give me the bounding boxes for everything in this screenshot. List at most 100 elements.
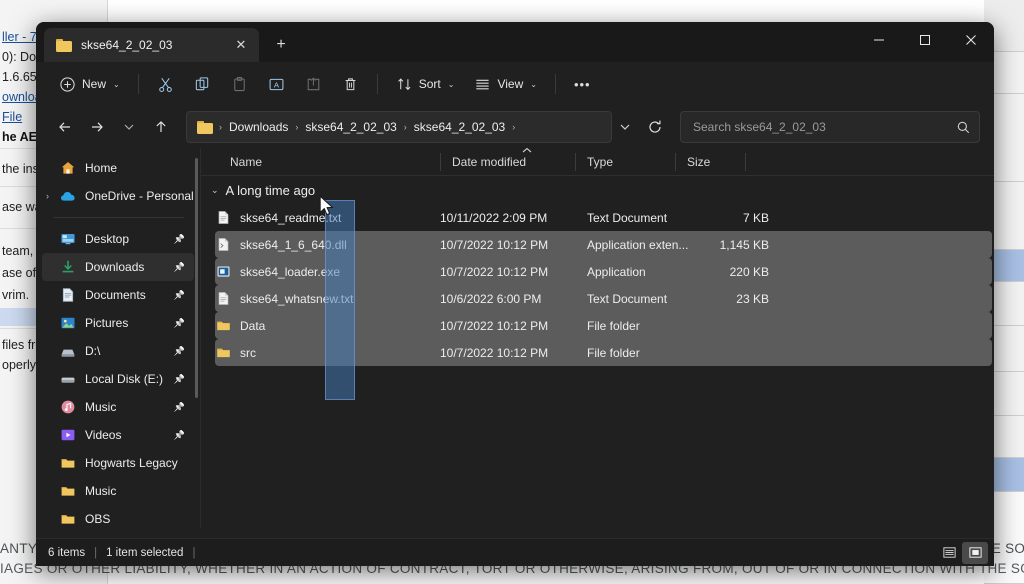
sidebar-item-hogwarts-legacy[interactable]: Hogwarts Legacy (42, 449, 194, 477)
details-view-icon[interactable] (936, 542, 962, 564)
view-button[interactable]: View ⌄ (465, 69, 546, 99)
delete-button[interactable] (333, 69, 368, 99)
file-name-label: src (240, 346, 256, 360)
tab-skse64[interactable]: skse64_2_02_03 ✕ (44, 28, 259, 62)
maximize-icon[interactable] (902, 22, 948, 58)
sidebar-item-documents[interactable]: Documents 📌 (42, 281, 194, 309)
background-text-line: the ins (2, 162, 39, 176)
up-button[interactable] (146, 112, 176, 142)
recent-locations-button[interactable] (114, 112, 144, 142)
breadcrumb-item-skse-1[interactable]: skse64_2_02_03 (300, 117, 401, 137)
minimize-icon[interactable] (856, 22, 902, 58)
back-arrow-icon (57, 119, 73, 135)
table-row[interactable]: src10/7/2022 10:12 PMFile folder (215, 339, 992, 366)
close-icon[interactable] (948, 22, 994, 58)
ellipsis-icon: ••• (574, 77, 591, 92)
table-row[interactable]: skse64_1_6_640.dll10/7/2022 10:12 PMAppl… (215, 231, 992, 258)
table-row[interactable]: skse64_readme.txt10/11/2022 2:09 PMText … (215, 204, 992, 231)
drive-icon (60, 343, 76, 359)
sidebar-item-obs[interactable]: OBS (42, 505, 194, 528)
background-text-line: he AE (2, 130, 37, 144)
chevron-down-icon (618, 120, 632, 134)
sidebar-item-d[interactable]: D:\📌 (42, 337, 194, 365)
sidebar-item-home[interactable]: Home (42, 154, 194, 182)
cut-button[interactable] (148, 69, 183, 99)
file-type-cell: Application exten... (587, 238, 699, 252)
table-row[interactable]: skse64_whatsnew.txt10/6/2022 6:00 PMText… (215, 285, 992, 312)
text-file-icon (216, 291, 231, 306)
address-bar: › Downloads › skse64_2_02_03 › skse64_2_… (36, 106, 994, 148)
sidebar-item-label: Documents (85, 288, 146, 302)
breadcrumb-item-skse-2[interactable]: skse64_2_02_03 (409, 117, 510, 137)
chevron-down-icon: ⌄ (448, 80, 455, 89)
pin-icon[interactable]: 📌 (174, 421, 185, 449)
tab-title: skse64_2_02_03 (81, 38, 220, 52)
more-options-button[interactable]: ••• (565, 69, 600, 99)
table-row[interactable]: skse64_loader.exe10/7/2022 10:12 PMAppli… (215, 258, 992, 285)
table-row[interactable]: Data10/7/2022 10:12 PMFile folder (215, 312, 992, 339)
sidebar-item-label: Hogwarts Legacy (85, 456, 178, 470)
pin-icon[interactable]: 📌 (174, 225, 185, 253)
address-dropdown-button[interactable] (614, 114, 636, 140)
background-text-line[interactable]: File (2, 110, 22, 124)
sidebar-item-music[interactable]: Music📌 (42, 393, 194, 421)
copy-button[interactable] (185, 69, 220, 99)
forward-button[interactable] (82, 112, 112, 142)
background-text-line[interactable]: ller - 7 (2, 30, 37, 44)
sidebar-item-music[interactable]: Music (42, 477, 194, 505)
new-button[interactable]: New ⌄ (50, 69, 129, 99)
new-button-label: New (82, 77, 106, 91)
back-button[interactable] (50, 112, 80, 142)
sort-button[interactable]: Sort ⌄ (387, 69, 464, 99)
refresh-button[interactable] (640, 112, 670, 142)
pin-icon[interactable]: 📌 (174, 365, 185, 393)
folder-icon (60, 483, 76, 499)
file-type-cell: File folder (587, 319, 699, 333)
new-tab-button[interactable]: + (265, 30, 297, 60)
pictures-icon (60, 315, 76, 331)
rename-button[interactable]: A (259, 69, 294, 99)
home-icon (60, 160, 76, 176)
sidebar-item-label: Local Disk (E:) (85, 372, 163, 386)
file-type-cell: Text Document (587, 292, 699, 306)
file-type-cell: Application (587, 265, 699, 279)
sidebar-item-label: Music (85, 484, 116, 498)
thumbnail-view-icon[interactable] (962, 542, 988, 564)
paste-button[interactable] (222, 69, 257, 99)
exe-file-icon (216, 264, 231, 279)
column-header-name[interactable]: Name (215, 148, 440, 176)
column-header-end (745, 148, 757, 176)
file-name-cell: Data (215, 318, 440, 333)
sidebar-item-downloads[interactable]: Downloads📌 (42, 253, 194, 281)
group-header-label: A long time ago (226, 183, 316, 198)
pin-icon[interactable]: 📌 (174, 281, 185, 309)
column-header-size-label: Size (687, 155, 710, 169)
close-tab-icon[interactable]: ✕ (229, 33, 253, 57)
sidebar-item-desktop[interactable]: Desktop📌 (42, 225, 194, 253)
view-icon (474, 76, 491, 93)
share-button[interactable] (296, 69, 331, 99)
sidebar-item-local-disk-e[interactable]: Local Disk (E:) 📌 (42, 365, 194, 393)
chevron-right-icon[interactable]: › (46, 182, 49, 210)
pin-icon[interactable]: 📌 (174, 337, 185, 365)
sidebar-item-onedrive-personal[interactable]: ›OneDrive - Personal (42, 182, 194, 210)
group-header-a-long-time-ago[interactable]: ⌄ A long time ago (201, 176, 994, 204)
pin-icon[interactable]: 📌 (174, 253, 185, 281)
breadcrumb-item-downloads[interactable]: Downloads (224, 117, 293, 137)
file-type-cell: File folder (587, 346, 699, 360)
breadcrumb[interactable]: › Downloads › skse64_2_02_03 › skse64_2_… (186, 111, 612, 143)
column-header-size[interactable]: Size (675, 148, 745, 176)
status-item-count: 6 items (48, 547, 85, 559)
search-input[interactable] (693, 120, 956, 134)
sidebar-item-pictures[interactable]: Pictures📌 (42, 309, 194, 337)
sidebar-item-videos[interactable]: Videos 📌 (42, 421, 194, 449)
sidebar-item-label: Videos (85, 428, 121, 442)
sidebar-scrollbar[interactable] (195, 158, 198, 398)
chevron-down-icon: ⌄ (211, 185, 219, 196)
search-box[interactable] (680, 111, 980, 143)
pin-icon[interactable]: 📌 (174, 393, 185, 421)
column-header-date[interactable]: Date modified (440, 148, 575, 176)
column-header-type[interactable]: Type (575, 148, 675, 176)
window-body: Home›OneDrive - Personal Desktop📌Download… (36, 148, 994, 528)
pin-icon[interactable]: 📌 (174, 309, 185, 337)
